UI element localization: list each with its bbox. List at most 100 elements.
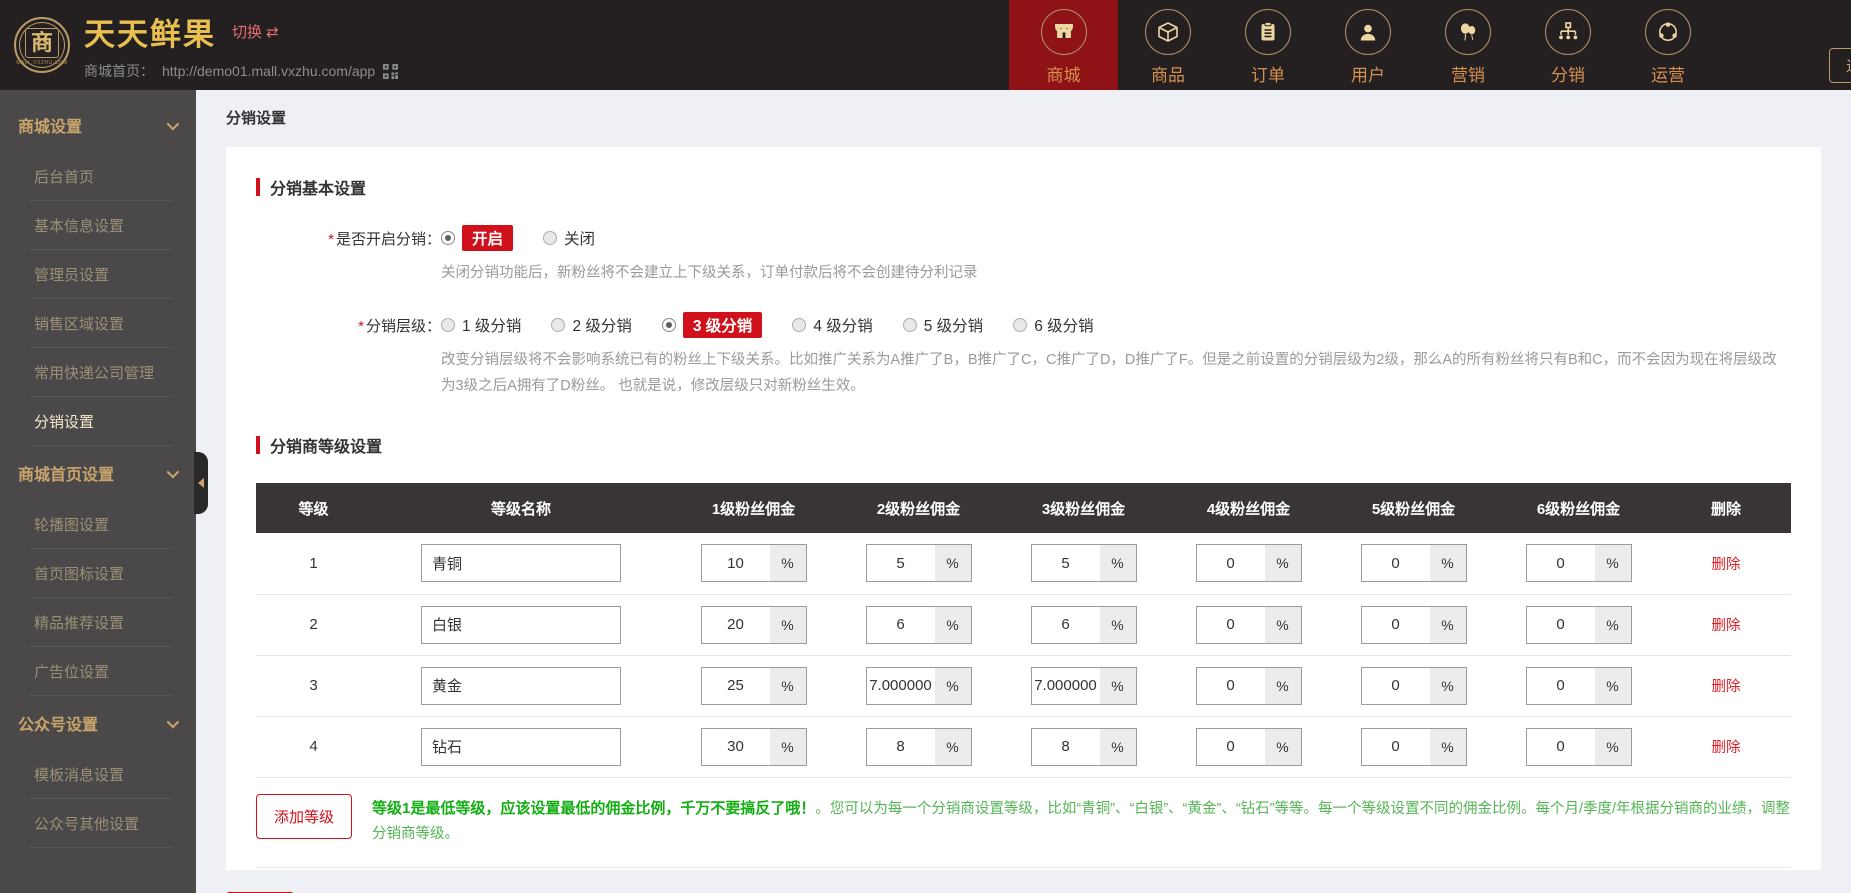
commission-input-row4-level2[interactable] (866, 728, 935, 765)
home-url-label: 商城首页： (84, 63, 154, 79)
nav-item-marketing[interactable]: 营销 (1418, 0, 1518, 90)
commission-input-group: % (1525, 605, 1632, 644)
commission-input-row3-level2[interactable] (866, 667, 935, 704)
radio-unchecked-icon[interactable] (543, 231, 558, 245)
distribution-level-option-2[interactable]: 2 级分销 (551, 314, 632, 336)
distribution-level-option-4[interactable]: 4 级分销 (792, 314, 873, 336)
switch-shop-link[interactable]: 切换 ⇄ (232, 21, 279, 42)
radio-unchecked-icon[interactable] (902, 318, 917, 333)
distribution-level-option-5[interactable]: 5 级分销 (902, 314, 983, 336)
enable-distribution-label: * 是否开启分销： (328, 230, 441, 248)
commission-input-row2-level3[interactable] (1031, 606, 1100, 643)
radio-unchecked-icon[interactable] (792, 318, 807, 333)
column-header-4级粉丝佣金: 4级粉丝佣金 (1166, 483, 1331, 534)
commission-input-row1-level6[interactable] (1526, 545, 1595, 582)
level-hint: 改变分销层级将不会影响系统已有的粉丝上下级关系。比如推广关系为A推广了B，B推广… (441, 352, 1777, 394)
commission-input-group: % (1360, 605, 1467, 644)
commission-input-row1-level3[interactable] (1031, 545, 1100, 582)
brand-area: 商 MALL.VXZHU.COM 天天鲜果 切换 ⇄ 商城首页： http://… (0, 0, 399, 90)
commission-input-row2-level6[interactable] (1526, 606, 1595, 643)
sidebar-item-首页图标设置[interactable]: 首页图标设置 (0, 549, 196, 598)
sidebar-item-轮播图设置[interactable]: 轮播图设置 (0, 500, 196, 549)
commission-input-row1-level2[interactable] (866, 545, 935, 582)
percent-addon: % (1594, 545, 1631, 582)
sidebar-item-常用快递公司管理[interactable]: 常用快递公司管理 (0, 348, 196, 397)
radio-checked-icon[interactable] (661, 318, 676, 333)
sidebar-item-公众号其他设置[interactable]: 公众号其他设置 (0, 799, 196, 848)
grade-name-input-3[interactable] (421, 666, 621, 705)
commission-input-row2-level2[interactable] (866, 606, 935, 643)
sidebar-item-模板消息设置[interactable]: 模板消息设置 (0, 750, 196, 799)
add-grade-button[interactable]: 添加等级 (256, 793, 353, 839)
commission-input-row4-level6[interactable] (1526, 728, 1595, 765)
nav-item-distribution[interactable]: 分销 (1518, 0, 1618, 90)
grade-level-value: 2 (256, 594, 371, 656)
column-header-2级粉丝佣金: 2级粉丝佣金 (836, 483, 1001, 534)
sidebar-item-广告位设置[interactable]: 广告位设置 (0, 647, 196, 696)
distribution-level-option-3[interactable]: 3 级分销 (661, 312, 763, 339)
sidebar-group-公众号设置[interactable]: 公众号设置 (0, 696, 196, 750)
sidebar-group-商城设置[interactable]: 商城设置 (0, 98, 196, 152)
commission-input-row3-level3[interactable] (1031, 667, 1100, 704)
sidebar-group-商城首页设置[interactable]: 商城首页设置 (0, 446, 196, 500)
commission-input-row3-level6[interactable] (1526, 667, 1595, 704)
commission-input-row4-level1[interactable] (701, 728, 770, 765)
percent-addon: % (1429, 667, 1466, 704)
sidebar-item-精品推荐设置[interactable]: 精品推荐设置 (0, 598, 196, 647)
commission-input-row3-level4[interactable] (1196, 667, 1265, 704)
percent-addon: % (769, 606, 806, 643)
commission-input-row1-level4[interactable] (1196, 545, 1265, 582)
enable-distribution-option-1[interactable]: 开启 (441, 225, 514, 251)
sidebar-item-后台首页[interactable]: 后台首页 (0, 152, 196, 201)
basic-section-title: 分销基本设置 (256, 175, 1791, 199)
commission-input-row4-level4[interactable] (1196, 728, 1265, 765)
distribution-level-option-1[interactable]: 1 级分销 (441, 314, 521, 336)
sidebar-item-销售区域设置[interactable]: 销售区域设置 (0, 299, 196, 348)
radio-checked-icon[interactable] (441, 231, 455, 245)
grade-name-input-1[interactable] (421, 544, 621, 583)
delete-grade-link-3[interactable]: 删除 (1712, 679, 1741, 695)
commission-input-row4-level3[interactable] (1031, 728, 1100, 765)
commission-input-row1-level5[interactable] (1361, 545, 1430, 582)
nav-item-operation[interactable]: 运营 (1618, 0, 1718, 90)
nav-item-mall[interactable]: 商城 (1009, 0, 1118, 90)
delete-grade-link-4[interactable]: 删除 (1712, 740, 1741, 756)
commission-input-row4-level5[interactable] (1361, 728, 1430, 765)
commission-input-row2-level4[interactable] (1196, 606, 1265, 643)
logout-button[interactable]: 退出 (1828, 48, 1851, 83)
percent-addon: % (1429, 728, 1466, 765)
enable-distribution-option-2[interactable]: 关闭 (543, 227, 595, 249)
delete-grade-link-2[interactable]: 删除 (1712, 618, 1741, 634)
sidebar-group-label: 商城首页设置 (18, 467, 115, 484)
radio-unchecked-icon[interactable] (1013, 318, 1028, 333)
percent-addon: % (934, 545, 971, 582)
sidebar-item-基本信息设置[interactable]: 基本信息设置 (0, 201, 196, 250)
nav-item-orders[interactable]: 订单 (1218, 0, 1318, 90)
commission-input-row3-level1[interactable] (701, 667, 770, 704)
required-mark: * (328, 230, 334, 248)
grade-name-input-4[interactable] (421, 727, 621, 766)
nav-item-label: 商城 (1046, 65, 1081, 85)
radio-unchecked-icon[interactable] (551, 318, 566, 333)
distribution-level-option-6[interactable]: 6 级分销 (1013, 314, 1094, 336)
nav-item-label: 运营 (1651, 65, 1685, 85)
distribution-level-option-label: 3 级分销 (682, 312, 763, 339)
radio-unchecked-icon[interactable] (441, 318, 455, 333)
commission-input-row3-level5[interactable] (1361, 667, 1430, 704)
percent-addon: % (1264, 667, 1301, 704)
commission-input-group: % (1030, 605, 1137, 644)
nav-item-goods[interactable]: 商品 (1118, 0, 1218, 90)
percent-addon: % (769, 545, 806, 582)
sidebar-item-分销设置[interactable]: 分销设置 (0, 397, 196, 446)
qr-code-icon[interactable] (383, 63, 399, 79)
commission-input-row2-level5[interactable] (1361, 606, 1430, 643)
logo-character: 商 (24, 27, 59, 58)
delete-grade-link-1[interactable]: 删除 (1712, 557, 1741, 573)
sidebar-item-管理员设置[interactable]: 管理员设置 (0, 250, 196, 299)
sidebar-collapse-handle[interactable] (194, 452, 208, 514)
grade-name-input-2[interactable] (421, 605, 621, 644)
percent-addon: % (769, 667, 806, 704)
nav-item-users[interactable]: 用户 (1318, 0, 1418, 90)
commission-input-row2-level1[interactable] (701, 606, 770, 643)
commission-input-row1-level1[interactable] (701, 545, 770, 582)
